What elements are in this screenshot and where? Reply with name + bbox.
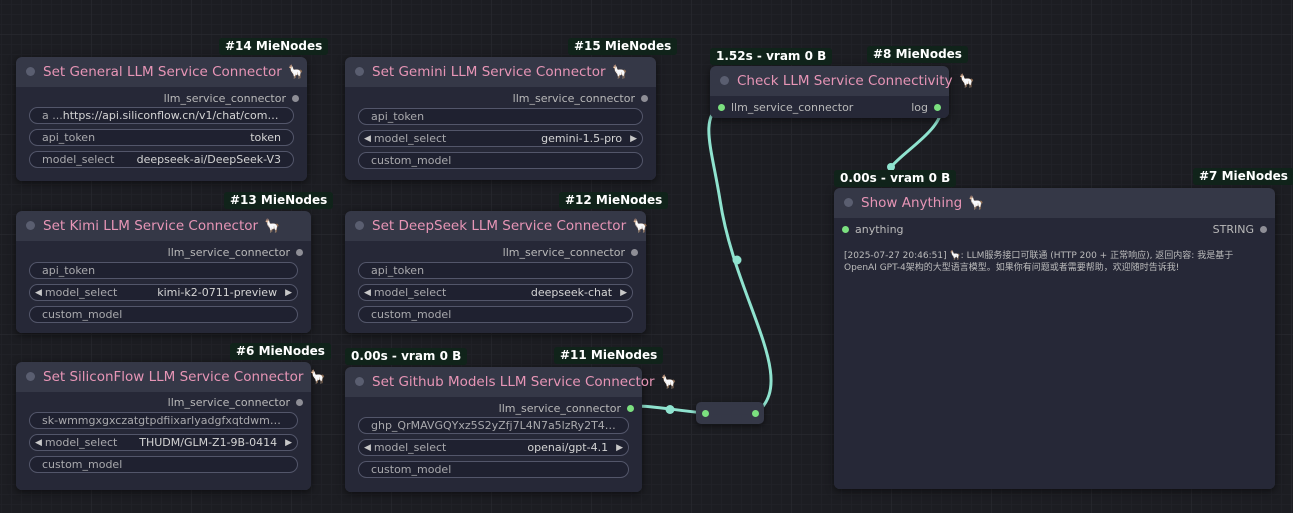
- base-url-field[interactable]: a ... https://api.siliconflow.cn/v1/chat…: [29, 107, 294, 124]
- reroute-output-socket-icon[interactable]: [752, 410, 759, 417]
- model-select-combo[interactable]: ◀ model_select kimi-k2-0711-preview ▶: [29, 284, 298, 301]
- output-slot[interactable]: log: [911, 101, 941, 114]
- node-title[interactable]: Set DeepSeek LLM Service Connector 🦙: [345, 211, 649, 241]
- node-title[interactable]: Set Kimi LLM Service Connector 🦙: [16, 211, 311, 241]
- left-arrow-icon[interactable]: ◀: [364, 443, 371, 453]
- output-slot[interactable]: llm_service_connector: [513, 92, 648, 105]
- collapse-dot-icon[interactable]: [355, 67, 364, 76]
- wire-midpoint-dot: [665, 405, 675, 414]
- output-socket-icon[interactable]: [641, 95, 648, 102]
- output-socket-icon[interactable]: [631, 249, 638, 256]
- node-id-badge: #12 MieNodes: [559, 192, 669, 209]
- model-select-combo[interactable]: ◀ model_select THUDM/GLM-Z1-9B-0414 ▶: [29, 434, 298, 451]
- llama-icon: 🦙: [660, 374, 677, 390]
- right-arrow-icon[interactable]: ▶: [616, 443, 623, 453]
- node-title[interactable]: Check LLM Service Connectivity 🦙: [710, 66, 975, 96]
- left-arrow-icon[interactable]: ◀: [35, 288, 42, 298]
- node-set-general-llm-connector[interactable]: Set General LLM Service Connector 🦙 llm_…: [16, 57, 307, 181]
- model-select-combo[interactable]: ◀ model_select deepseek-chat ▶: [358, 284, 633, 301]
- custom-model-field[interactable]: custom_model: [29, 456, 298, 473]
- api-token-field[interactable]: api_token: [358, 108, 643, 125]
- collapse-dot-icon[interactable]: [26, 67, 35, 76]
- reroute-input-socket-icon[interactable]: [702, 410, 709, 417]
- node-title[interactable]: Set SiliconFlow LLM Service Connector 🦙: [16, 362, 326, 392]
- output-slot[interactable]: llm_service_connector: [503, 246, 638, 259]
- custom-model-field[interactable]: custom_model: [358, 306, 633, 323]
- input-slot[interactable]: anything: [842, 223, 904, 236]
- output-socket-icon[interactable]: [296, 399, 303, 406]
- node-title[interactable]: Set Github Models LLM Service Connector …: [345, 367, 677, 397]
- node-id-badge: #14 MieNodes: [219, 38, 329, 55]
- custom-model-field[interactable]: custom_model: [358, 461, 629, 478]
- collapse-dot-icon[interactable]: [720, 76, 729, 85]
- right-arrow-icon[interactable]: ▶: [630, 134, 637, 144]
- api-token-field[interactable]: api_token: [358, 262, 633, 279]
- model-select-combo[interactable]: ◀ model_select gemini-1.5-pro ▶: [358, 130, 643, 147]
- output-slot[interactable]: llm_service_connector: [168, 246, 303, 259]
- custom-model-field[interactable]: custom_model: [29, 306, 298, 323]
- output-slot[interactable]: llm_service_connector: [164, 92, 299, 105]
- input-slot[interactable]: llm_service_connector: [718, 101, 853, 114]
- left-arrow-icon[interactable]: ◀: [364, 288, 371, 298]
- api-token-field[interactable]: sk-wmmgxgxczatgtpdfiixarlyadgfxqtdwmecwq…: [29, 412, 298, 429]
- collapse-dot-icon[interactable]: [26, 221, 35, 230]
- right-arrow-icon[interactable]: ▶: [620, 288, 627, 298]
- api-token-field[interactable]: api_token: [29, 262, 298, 279]
- wire-midpoint-dot: [732, 255, 742, 265]
- collapse-dot-icon[interactable]: [355, 377, 364, 386]
- collapse-dot-icon[interactable]: [26, 372, 35, 381]
- node-id-badge: #8 MieNodes: [867, 46, 968, 63]
- api-token-field[interactable]: ghp_QrMAVGQYxz5S2yZfj7L4N7a5lzRy2T4aA ..…: [358, 417, 629, 434]
- output-socket-icon[interactable]: [1260, 226, 1267, 233]
- node-id-badge: #7 MieNodes: [1193, 168, 1293, 185]
- timing-badge: 0.00s - vram 0 B: [345, 348, 468, 365]
- wire-github-to-reroute: [635, 404, 706, 415]
- input-socket-icon[interactable]: [842, 226, 849, 233]
- output-socket-icon[interactable]: [934, 104, 941, 111]
- node-id-badge: #13 MieNodes: [224, 192, 334, 209]
- node-set-gemini-llm-connector[interactable]: Set Gemini LLM Service Connector 🦙 llm_s…: [345, 57, 656, 180]
- left-arrow-icon[interactable]: ◀: [35, 438, 42, 448]
- node-check-llm-connectivity[interactable]: Check LLM Service Connectivity 🦙 llm_ser…: [710, 66, 975, 118]
- node-id-badge: #6 MieNodes: [230, 343, 331, 360]
- node-title[interactable]: Set Gemini LLM Service Connector 🦙: [345, 57, 656, 87]
- llama-icon: 🦙: [287, 64, 304, 80]
- output-slot[interactable]: llm_service_connector: [499, 402, 634, 415]
- right-arrow-icon[interactable]: ▶: [285, 288, 292, 298]
- llama-icon: 🦙: [968, 195, 985, 211]
- output-socket-icon[interactable]: [296, 249, 303, 256]
- left-arrow-icon[interactable]: ◀: [364, 134, 371, 144]
- llama-icon: 🦙: [264, 218, 281, 234]
- node-title[interactable]: Show Anything 🦙: [834, 188, 1275, 218]
- output-slot[interactable]: STRING: [1213, 223, 1267, 236]
- reroute-node[interactable]: [696, 402, 764, 424]
- llama-icon: 🦙: [611, 64, 628, 80]
- node-show-anything[interactable]: Show Anything 🦙 anything STRING [2025-07…: [834, 188, 1275, 489]
- node-title[interactable]: Set General LLM Service Connector 🦙: [16, 57, 307, 87]
- model-select-combo[interactable]: ◀ model_select openai/gpt-4.1 ▶: [358, 439, 629, 456]
- output-socket-icon[interactable]: [627, 405, 634, 412]
- node-set-deepseek-llm-connector[interactable]: Set DeepSeek LLM Service Connector 🦙 llm…: [345, 211, 649, 333]
- node-set-github-models-llm-connector[interactable]: Set Github Models LLM Service Connector …: [345, 367, 677, 492]
- timing-badge: 1.52s - vram 0 B: [710, 48, 833, 65]
- collapse-dot-icon[interactable]: [355, 221, 364, 230]
- node-set-siliconflow-llm-connector[interactable]: Set SiliconFlow LLM Service Connector 🦙 …: [16, 362, 326, 490]
- llama-icon: 🦙: [309, 369, 326, 385]
- output-text-display[interactable]: [2025-07-27 20:46:51] 🦙: LLM服务接口可联通 (HTT…: [844, 250, 1261, 274]
- node-id-badge: #11 MieNodes: [554, 347, 664, 364]
- output-slot[interactable]: llm_service_connector: [168, 396, 303, 409]
- right-arrow-icon[interactable]: ▶: [285, 438, 292, 448]
- output-socket-icon[interactable]: [292, 95, 299, 102]
- node-id-badge: #15 MieNodes: [568, 38, 678, 55]
- node-set-kimi-llm-connector[interactable]: Set Kimi LLM Service Connector 🦙 llm_ser…: [16, 211, 311, 333]
- wire-reroute-to-check: [707, 104, 773, 415]
- custom-model-field[interactable]: custom_model: [358, 152, 643, 169]
- llama-icon: 🦙: [958, 73, 975, 89]
- model-select-field[interactable]: model_select deepseek-ai/DeepSeek-V3: [29, 151, 294, 168]
- llama-icon: 🦙: [632, 218, 649, 234]
- timing-badge: 0.00s - vram 0 B: [834, 170, 957, 187]
- collapse-dot-icon[interactable]: [844, 198, 853, 207]
- input-socket-icon[interactable]: [718, 104, 725, 111]
- api-token-field[interactable]: api_token token: [29, 129, 294, 146]
